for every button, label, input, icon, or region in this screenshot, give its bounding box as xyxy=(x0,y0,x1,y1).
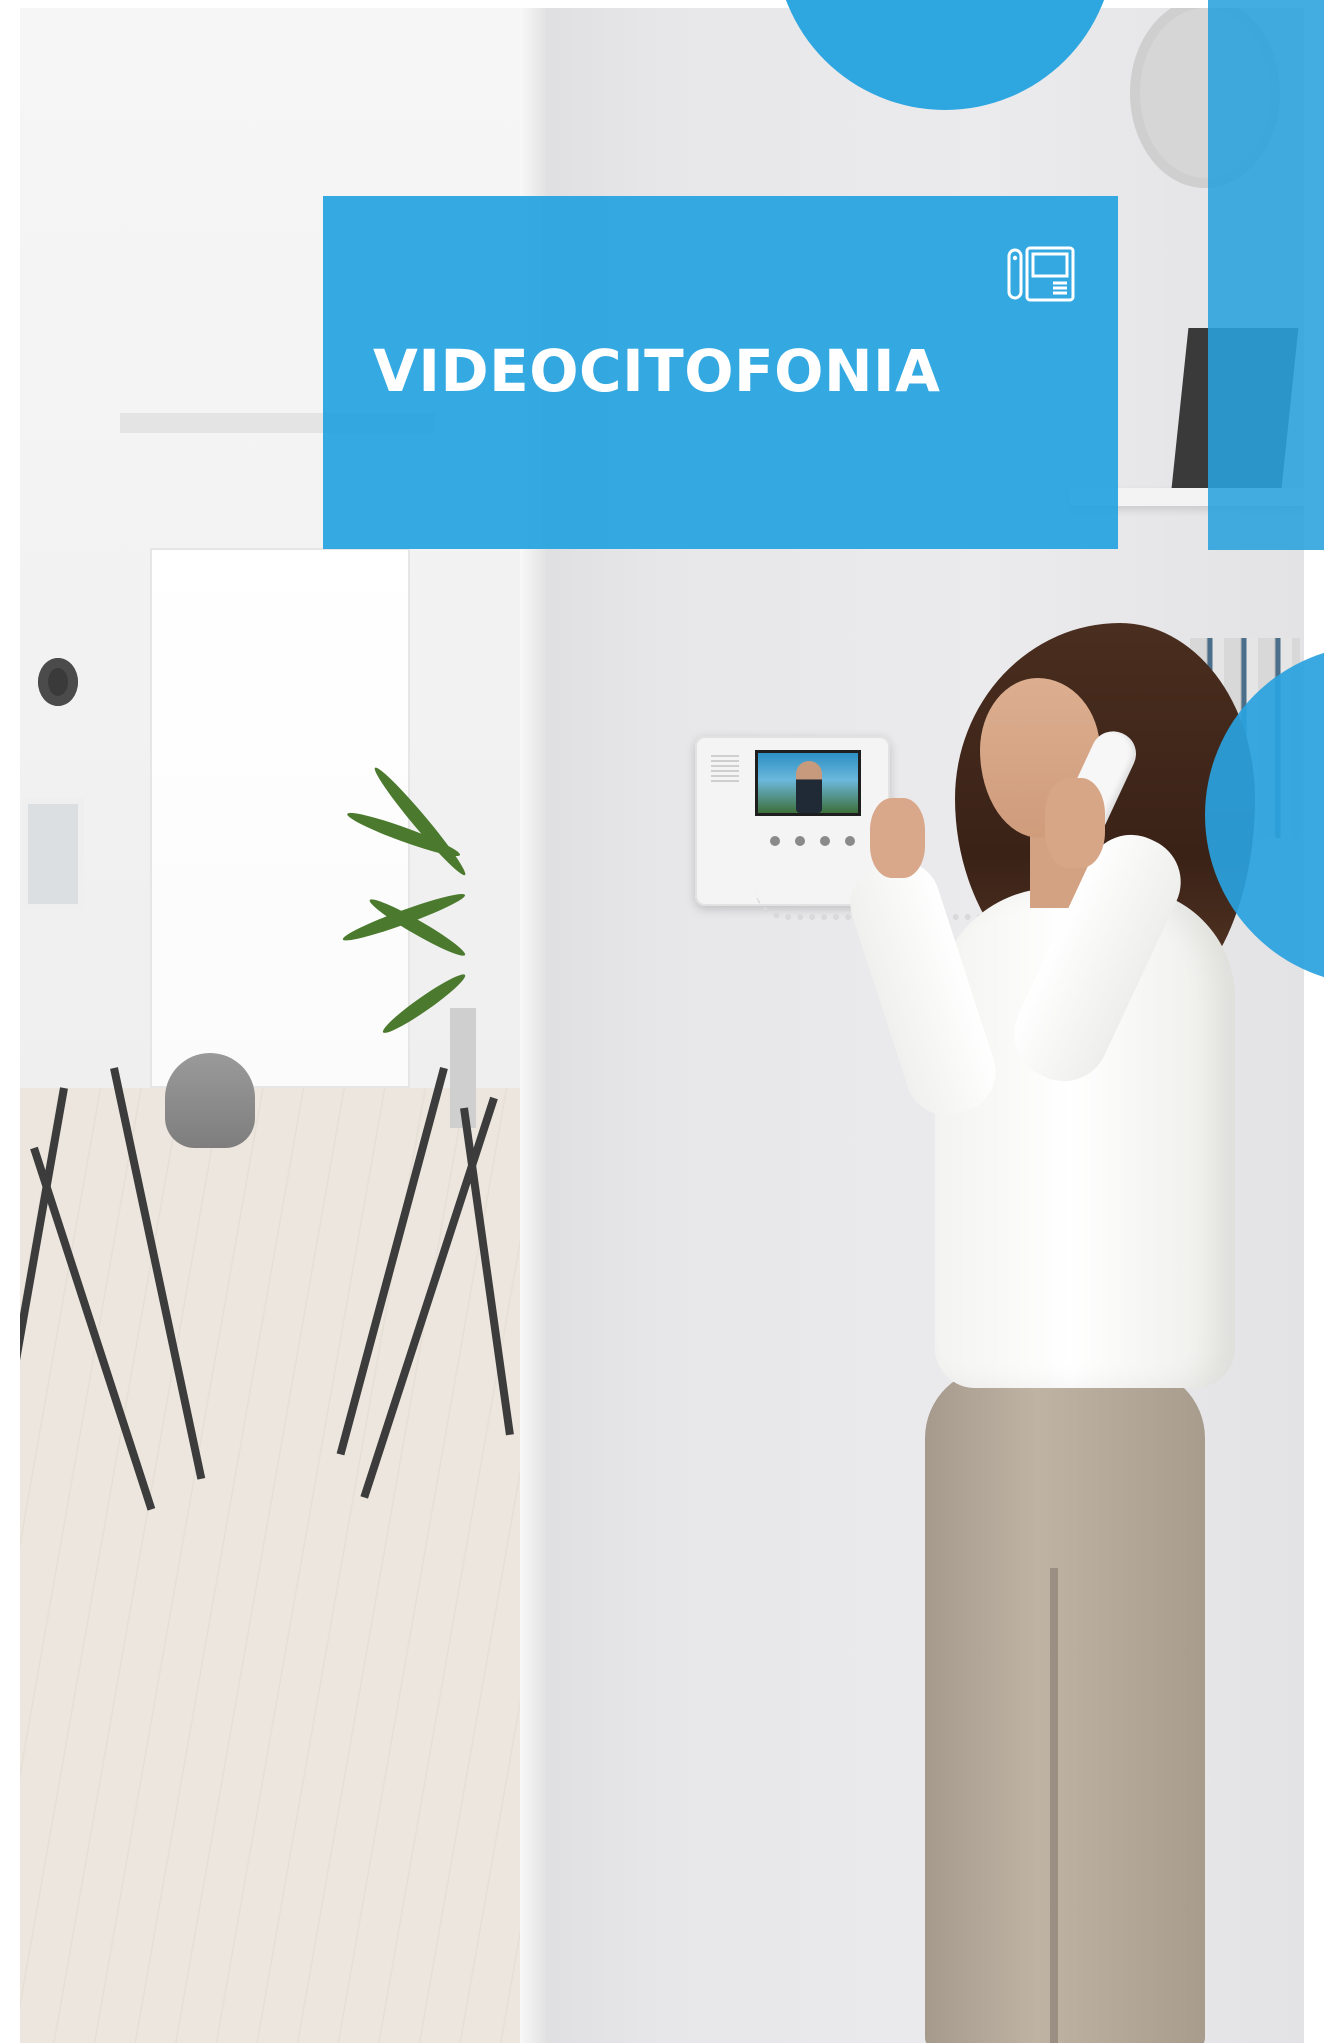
photo-intercom-button xyxy=(795,836,805,846)
photo-woman-hand xyxy=(870,798,925,878)
section-title-card: VIDEOCITOFONIA xyxy=(323,196,1118,549)
photo-wall-picture xyxy=(22,798,84,910)
photo-wooden-floor xyxy=(20,1088,520,2043)
page-title: VIDEOCITOFONIA xyxy=(373,337,941,405)
photo-intercom-button xyxy=(845,836,855,846)
photo-woman-hand xyxy=(1045,778,1105,868)
photo-decor-object xyxy=(38,658,78,706)
photo-pouf xyxy=(165,1053,255,1148)
photo-intercom-button xyxy=(770,836,780,846)
photo-intercom-button xyxy=(820,836,830,846)
brochure-page: VIDEOCITOFONIA xyxy=(0,0,1324,2043)
photo-woman-trousers xyxy=(925,1368,1205,2043)
decorative-blue-bar xyxy=(1208,0,1324,550)
photo-intercom-screen xyxy=(755,750,861,816)
photo-visitor-on-screen xyxy=(796,761,822,813)
photo-woman-trousers-crease xyxy=(1050,1568,1058,2043)
video-intercom-icon xyxy=(1007,246,1075,302)
photo-intercom-speaker xyxy=(711,754,739,782)
